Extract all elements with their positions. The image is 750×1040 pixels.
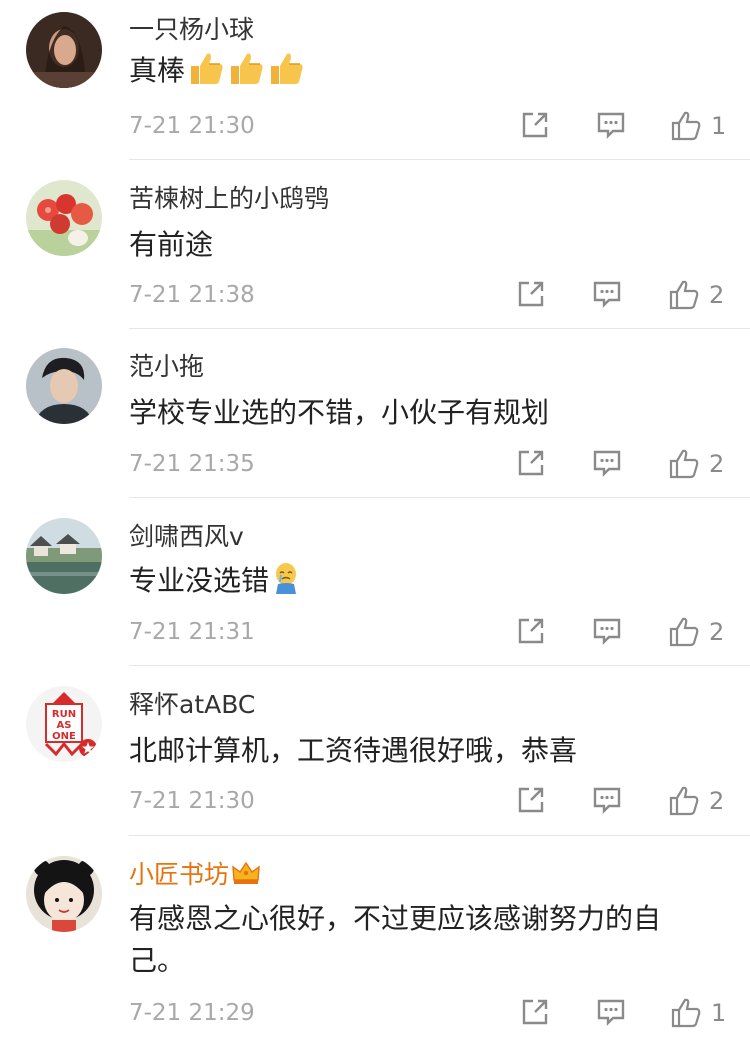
avatar[interactable] <box>26 180 102 256</box>
share-icon <box>520 110 550 140</box>
comment-list: 一只杨小球 真棒 7-21 21:30 1 苦楝树上的小鸱鸮 有前途 7-21 … <box>0 0 750 1040</box>
comment-icon <box>592 616 622 646</box>
comment-text: 北邮计算机，工资待遇很好哦，恭喜 <box>129 734 578 767</box>
like-count: 2 <box>709 618 725 646</box>
avatar-logo-text: AS <box>57 720 72 731</box>
like-count: 2 <box>709 450 725 478</box>
thumbs-up-icon <box>668 785 700 817</box>
share-icon <box>516 616 546 646</box>
like-button[interactable] <box>670 997 702 1029</box>
comment-text: 有前途 <box>129 228 214 261</box>
comment-text: 学校专业选的不错，小伙子有规划 <box>129 396 550 429</box>
share-icon <box>516 279 546 309</box>
reply-button[interactable] <box>592 616 622 648</box>
thumbs-up-icon <box>668 616 700 648</box>
thumbs-up-icon <box>668 448 700 480</box>
avatar[interactable] <box>26 518 102 594</box>
comment-item: 苦楝树上的小鸱鸮 有前途 7-21 21:38 2 <box>0 160 750 330</box>
username[interactable]: 释怀atABC <box>129 690 255 720</box>
share-button[interactable] <box>520 997 550 1029</box>
share-button[interactable] <box>516 616 546 648</box>
share-icon <box>516 785 546 815</box>
thumbs-up-icon <box>668 279 700 311</box>
reply-button[interactable] <box>592 785 622 817</box>
reply-button[interactable] <box>596 110 626 142</box>
like-button[interactable] <box>668 616 700 648</box>
share-button[interactable] <box>516 785 546 817</box>
comment-item: 小匠书坊 有感恩之心很好，不过更应该感谢努力的自己。 7-21 21:29 1 <box>0 836 750 1040</box>
like-button[interactable] <box>668 279 700 311</box>
comment-time: 7-21 21:30 <box>129 113 255 139</box>
share-button[interactable] <box>516 279 546 311</box>
like-count: 1 <box>711 112 727 140</box>
comment-icon <box>592 279 622 309</box>
avatar-logo-text: ONE <box>52 731 76 742</box>
like-button[interactable] <box>668 785 700 817</box>
thumbs-up-icon <box>670 997 702 1029</box>
avatar[interactable] <box>26 348 102 424</box>
comment-time: 7-21 21:31 <box>129 619 255 645</box>
reply-button[interactable] <box>592 448 622 480</box>
comment-time: 7-21 21:30 <box>129 788 255 814</box>
like-count: 2 <box>709 281 725 309</box>
username[interactable]: 范小拖 <box>129 352 204 382</box>
username[interactable]: 剑啸西风v <box>129 522 244 552</box>
username[interactable]: 小匠书坊 <box>129 860 261 893</box>
share-icon <box>516 448 546 478</box>
like-count: 2 <box>709 787 725 815</box>
username[interactable]: 一只杨小球 <box>129 15 254 45</box>
comment-item: 范小拖 学校专业选的不错，小伙子有规划 7-21 21:35 2 <box>0 330 750 498</box>
comment-text: 有感恩之心很好，不过更应该感谢努力的自己。 <box>129 902 662 977</box>
avatar[interactable] <box>26 12 102 88</box>
like-count: 1 <box>711 999 727 1027</box>
comment-text: 真棒 <box>129 50 710 98</box>
crown-icon <box>231 860 261 893</box>
reply-button[interactable] <box>592 279 622 311</box>
comment-text: 专业没选错 <box>129 560 710 608</box>
avatar[interactable]: RUN AS ONE <box>26 686 102 762</box>
thumbs-up-emoji <box>267 50 305 98</box>
like-button[interactable] <box>670 110 702 142</box>
thumbs-up-emoji <box>187 50 225 98</box>
avatar-logo-text: RUN <box>52 709 76 720</box>
divider <box>129 328 750 329</box>
comment-time: 7-21 21:29 <box>129 1000 255 1026</box>
comment-item: 剑啸西风v 专业没选错 7-21 21:31 2 <box>0 498 750 666</box>
comment-icon <box>592 785 622 815</box>
share-button[interactable] <box>520 110 550 142</box>
comment-time: 7-21 21:38 <box>129 282 255 308</box>
comment-icon <box>592 448 622 478</box>
comment-icon <box>596 997 626 1027</box>
comment-icon <box>596 110 626 140</box>
comment-item: RUN AS ONE 释怀atABC 北邮计算机，工资待遇很好哦，恭喜 7-21 2… <box>0 666 750 836</box>
thumbs-up-emoji <box>227 50 265 98</box>
comment-item: 一只杨小球 真棒 7-21 21:30 1 <box>0 0 750 160</box>
crying-figure-emoji <box>271 560 301 608</box>
like-button[interactable] <box>668 448 700 480</box>
username[interactable]: 苦楝树上的小鸱鸮 <box>129 184 329 214</box>
avatar[interactable] <box>26 856 102 932</box>
reply-button[interactable] <box>596 997 626 1029</box>
share-button[interactable] <box>516 448 546 480</box>
thumbs-up-icon <box>670 110 702 142</box>
comment-time: 7-21 21:35 <box>129 451 255 477</box>
share-icon <box>520 997 550 1027</box>
